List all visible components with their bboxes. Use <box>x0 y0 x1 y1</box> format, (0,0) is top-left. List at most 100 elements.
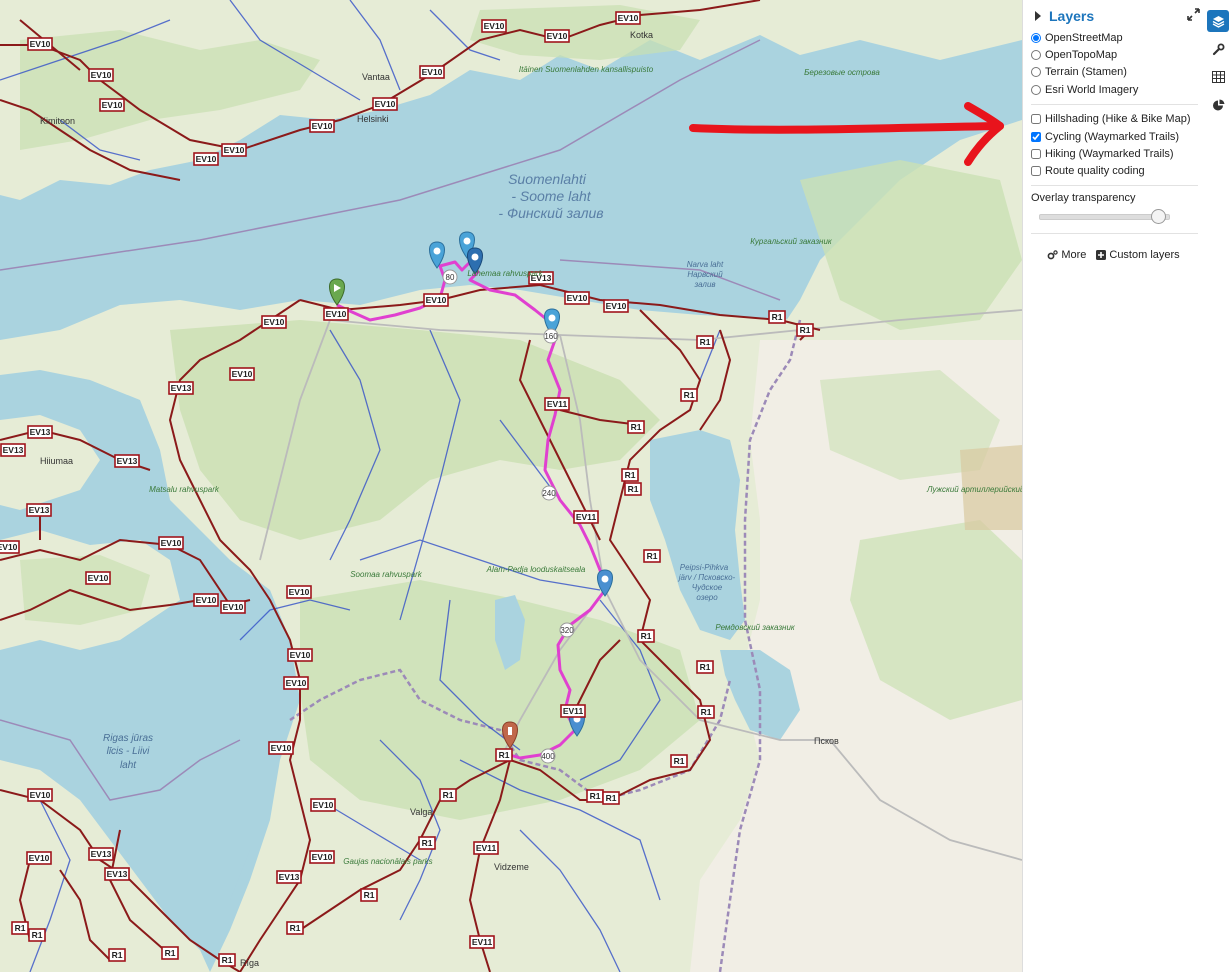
table-icon <box>1211 71 1225 83</box>
annotation-arrowhead <box>964 102 1004 166</box>
shield-label: EV13 <box>171 383 192 393</box>
shield-label: EV13 <box>91 849 112 859</box>
shield-label: R1 <box>165 948 176 958</box>
shield-label: EV10 <box>196 595 217 605</box>
distance-label: 80 <box>446 273 455 282</box>
radio-esri[interactable] <box>1031 84 1041 95</box>
shield-label: EV10 <box>484 21 505 31</box>
shield-label: R1 <box>364 890 375 900</box>
collapse-caret-icon[interactable] <box>1035 11 1041 21</box>
radio-terrain[interactable] <box>1031 67 1041 78</box>
checkbox-cycling[interactable] <box>1031 131 1041 142</box>
base-layer-openstreetmap[interactable]: OpenStreetMap <box>1031 29 1204 46</box>
overlay-cycling[interactable]: Cycling (Waymarked Trails) <box>1031 128 1204 145</box>
shield-label: EV10 <box>30 790 51 800</box>
base-layer-label: OpenStreetMap <box>1045 31 1123 44</box>
table-tab[interactable] <box>1207 66 1229 88</box>
gears-icon <box>1047 249 1059 260</box>
shield-label: EV10 <box>196 154 217 164</box>
overlay-route-quality[interactable]: Route quality coding <box>1031 163 1204 180</box>
base-layer-esri[interactable]: Esri World Imagery <box>1031 81 1204 98</box>
place-label: Valga <box>410 807 432 817</box>
park-label: Gaujas nacionālais parks <box>343 857 432 866</box>
transparency-slider[interactable] <box>1039 209 1170 225</box>
shield-label: EV10 <box>102 100 123 110</box>
tools-tab[interactable] <box>1207 38 1229 60</box>
shield-label: R1 <box>290 923 301 933</box>
base-layer-terrain[interactable]: Terrain (Stamen) <box>1031 64 1204 81</box>
shield-label: EV10 <box>223 602 244 612</box>
transparency-label: Overlay transparency <box>1031 192 1136 205</box>
radio-openstreetmap[interactable] <box>1031 32 1041 43</box>
shield-label: R1 <box>499 750 510 760</box>
shield-label: EV10 <box>290 650 311 660</box>
distance-label: 160 <box>544 332 558 341</box>
shield-label: EV13 <box>279 872 300 882</box>
pie-chart-icon <box>1212 98 1224 110</box>
park-label: Березовые острова <box>804 68 880 77</box>
more-label: More <box>1061 249 1087 262</box>
shield-label: R1 <box>700 662 711 672</box>
layers-panel-header[interactable]: Layers <box>1031 6 1204 26</box>
radio-opentopomap[interactable] <box>1031 50 1041 61</box>
stats-tab[interactable] <box>1207 94 1229 116</box>
park-label: Ремдовский заказник <box>715 623 796 632</box>
narva-bay-label: залив <box>693 280 715 289</box>
place-label: Rīga <box>240 958 259 968</box>
shield-label: EV10 <box>88 573 109 583</box>
park-label: Soomaa rahvuspark <box>350 570 423 579</box>
shield-label: EV10 <box>326 309 347 319</box>
shield-label: R1 <box>700 337 711 347</box>
shield-label: R1 <box>15 923 26 933</box>
shield-label: R1 <box>628 484 639 494</box>
expand-icon[interactable] <box>1187 8 1200 26</box>
overlay-label: Cycling (Waymarked Trails) <box>1045 130 1180 143</box>
park-label: Лужский артиллерийский полигон <box>926 485 1022 494</box>
base-layer-label: Terrain (Stamen) <box>1045 66 1127 79</box>
shield-label: EV10 <box>547 31 568 41</box>
plus-square-icon <box>1096 250 1107 261</box>
shield-label: R1 <box>422 838 433 848</box>
park-label: Lahemaa rahvuspark <box>467 269 543 278</box>
checkbox-hillshading[interactable] <box>1031 114 1041 125</box>
overlay-hiking[interactable]: Hiking (Waymarked Trails) <box>1031 145 1204 162</box>
shield-label: R1 <box>112 950 123 960</box>
shield-label: EV10 <box>286 678 307 688</box>
shield-label: EV13 <box>3 445 24 455</box>
checkbox-hiking[interactable] <box>1031 149 1041 160</box>
shield-label: EV11 <box>576 512 597 522</box>
peipus-label: Peipsi-Pihkva <box>680 563 729 572</box>
shield-label: EV10 <box>271 743 292 753</box>
shield-label: EV10 <box>0 542 18 552</box>
shield-label: EV10 <box>606 301 627 311</box>
custom-layers-button[interactable]: Custom layers <box>1094 246 1181 264</box>
sea-label: Suomenlahti <box>508 171 587 187</box>
shield-label: R1 <box>590 791 601 801</box>
place-label: Kotka <box>630 30 653 40</box>
shield-label: EV10 <box>422 67 443 77</box>
layers-icon <box>1212 15 1224 28</box>
overlay-label: Route quality coding <box>1045 165 1145 178</box>
place-label: Vidzeme <box>494 862 529 872</box>
base-layer-opentopomap[interactable]: OpenTopoMap <box>1031 46 1204 63</box>
place-label: Kimitoon <box>40 116 75 126</box>
sea-label: - Финский залив <box>498 205 603 221</box>
more-button[interactable]: More <box>1045 246 1088 264</box>
shield-label: EV10 <box>426 295 447 305</box>
shield-label: R1 <box>674 756 685 766</box>
narva-bay-label: Narva laht <box>687 260 724 269</box>
slider-thumb[interactable] <box>1151 209 1167 225</box>
shield-label: R1 <box>684 390 695 400</box>
map-view[interactable]: 80 160 240 320 400 EV10 EV10 EV10 EV10 E… <box>0 0 1022 972</box>
shield-label: R1 <box>32 930 43 940</box>
layers-tab[interactable] <box>1207 10 1229 32</box>
park-label: Itäinen Suomenlahden kansallispuisto <box>519 65 654 74</box>
shield-label: R1 <box>647 551 658 561</box>
divider <box>1031 103 1198 105</box>
distance-label: 320 <box>560 626 574 635</box>
checkbox-route-quality[interactable] <box>1031 166 1041 177</box>
shield-label: EV10 <box>312 121 333 131</box>
overlay-hillshading[interactable]: Hillshading (Hike & Bike Map) <box>1031 111 1204 128</box>
peipus-label: järv / Псковско- <box>678 573 736 582</box>
sidebar-rail <box>1204 0 1232 972</box>
